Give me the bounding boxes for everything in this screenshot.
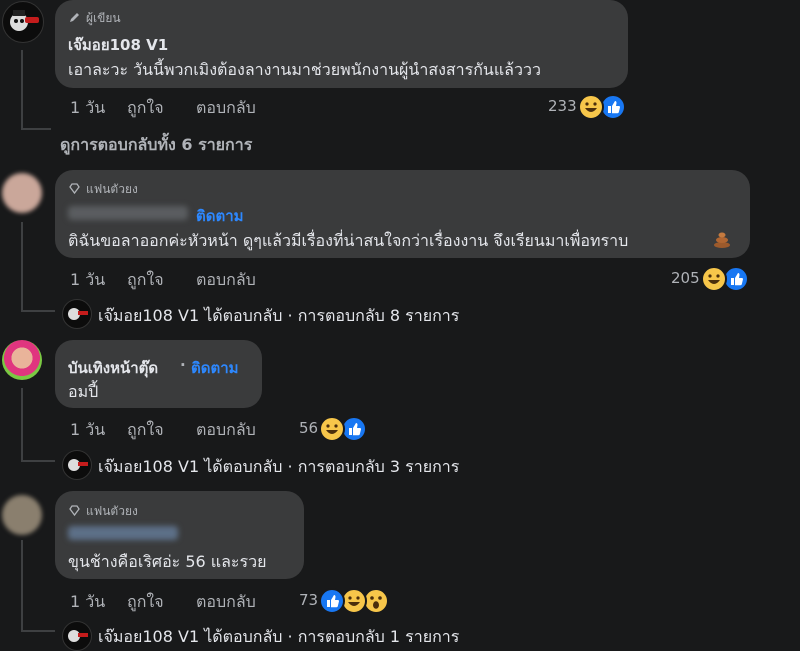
like-button[interactable]: ถูกใจ bbox=[127, 590, 164, 615]
avatar[interactable] bbox=[2, 495, 42, 535]
diamond-icon bbox=[68, 182, 81, 198]
reply-avatar bbox=[62, 299, 92, 329]
reply-button[interactable]: ตอบกลับ bbox=[196, 590, 256, 615]
thread-line-curve bbox=[21, 630, 55, 632]
comment-text: อมปี้ bbox=[68, 382, 99, 401]
thread-line bbox=[21, 50, 23, 130]
comment-text: ขุนช้างคือเริศอ่ะ 56 และรวย bbox=[68, 552, 267, 571]
comment-time[interactable]: 1 วัน bbox=[70, 96, 105, 121]
reply-avatar bbox=[62, 450, 92, 480]
follow-button[interactable]: ติดตาม bbox=[191, 356, 239, 380]
thread-line bbox=[21, 540, 23, 632]
reaction-count[interactable]: 73 bbox=[299, 591, 318, 609]
reply-avatar bbox=[62, 621, 92, 651]
avatar[interactable] bbox=[2, 173, 42, 213]
reaction-count[interactable]: 205 bbox=[671, 269, 700, 287]
like-button[interactable]: ถูกใจ bbox=[127, 96, 164, 121]
thread-line-curve bbox=[21, 310, 55, 312]
comment-text: ติฉันขอลาออกค่ะหัวหน้า ดูๆแล้วมีเรื่องที… bbox=[68, 231, 629, 250]
comment-time[interactable]: 1 วัน bbox=[70, 418, 105, 443]
haha-reaction-icon bbox=[319, 416, 345, 442]
thread-line bbox=[21, 222, 23, 312]
separator-dot: · bbox=[180, 356, 186, 374]
like-button[interactable]: ถูกใจ bbox=[127, 418, 164, 443]
reply-button[interactable]: ตอบกลับ bbox=[196, 418, 256, 443]
thread-line-curve bbox=[21, 460, 55, 462]
like-button[interactable]: ถูกใจ bbox=[127, 268, 164, 293]
commenter-name[interactable]: บันเทิงหน้าตุ๊ด bbox=[68, 356, 158, 380]
reply-button[interactable]: ตอบกลับ bbox=[196, 268, 256, 293]
comment-time[interactable]: 1 วัน bbox=[70, 268, 105, 293]
reply-summary-link[interactable]: เจ๊มอย108 V1 ได้ตอบกลับ · การตอบกลับ 1 ร… bbox=[98, 625, 459, 650]
haha-reaction-icon bbox=[578, 94, 604, 120]
poop-emoji-icon bbox=[712, 229, 732, 253]
reply-button[interactable]: ตอบกลับ bbox=[196, 96, 256, 121]
fan-badge: แฟนตัวยง bbox=[68, 502, 138, 521]
comment-time[interactable]: 1 วัน bbox=[70, 590, 105, 615]
avatar[interactable] bbox=[2, 1, 44, 43]
fan-badge: แฟนตัวยง bbox=[68, 180, 138, 199]
like-reaction-icon bbox=[319, 588, 345, 614]
commenter-name-blurred[interactable] bbox=[68, 206, 188, 220]
view-replies-link[interactable]: ดูการตอบกลับทั้ง 6 รายการ bbox=[60, 133, 252, 158]
pencil-icon bbox=[68, 11, 81, 27]
reply-summary-link[interactable]: เจ๊มอย108 V1 ได้ตอบกลับ · การตอบกลับ 3 ร… bbox=[98, 455, 459, 480]
haha-reaction-icon bbox=[701, 266, 727, 292]
commenter-name-blurred[interactable] bbox=[68, 526, 178, 540]
thread-line-curve bbox=[21, 128, 51, 130]
comment-text: เอาละวะ วันนี้พวกเมิงต้องลางานมาช่วยพนัก… bbox=[68, 60, 541, 79]
reaction-count[interactable]: 56 bbox=[299, 419, 318, 437]
avatar[interactable] bbox=[2, 340, 42, 380]
thread-line bbox=[21, 388, 23, 462]
reaction-count[interactable]: 233 bbox=[548, 97, 577, 115]
commenter-name[interactable]: เจ๊มอย108 V1 bbox=[68, 33, 168, 57]
author-badge: ผู้เขียน bbox=[68, 9, 121, 28]
diamond-icon bbox=[68, 504, 81, 520]
follow-button[interactable]: ติดตาม bbox=[196, 204, 244, 228]
reply-summary-link[interactable]: เจ๊มอย108 V1 ได้ตอบกลับ · การตอบกลับ 8 ร… bbox=[98, 304, 459, 329]
